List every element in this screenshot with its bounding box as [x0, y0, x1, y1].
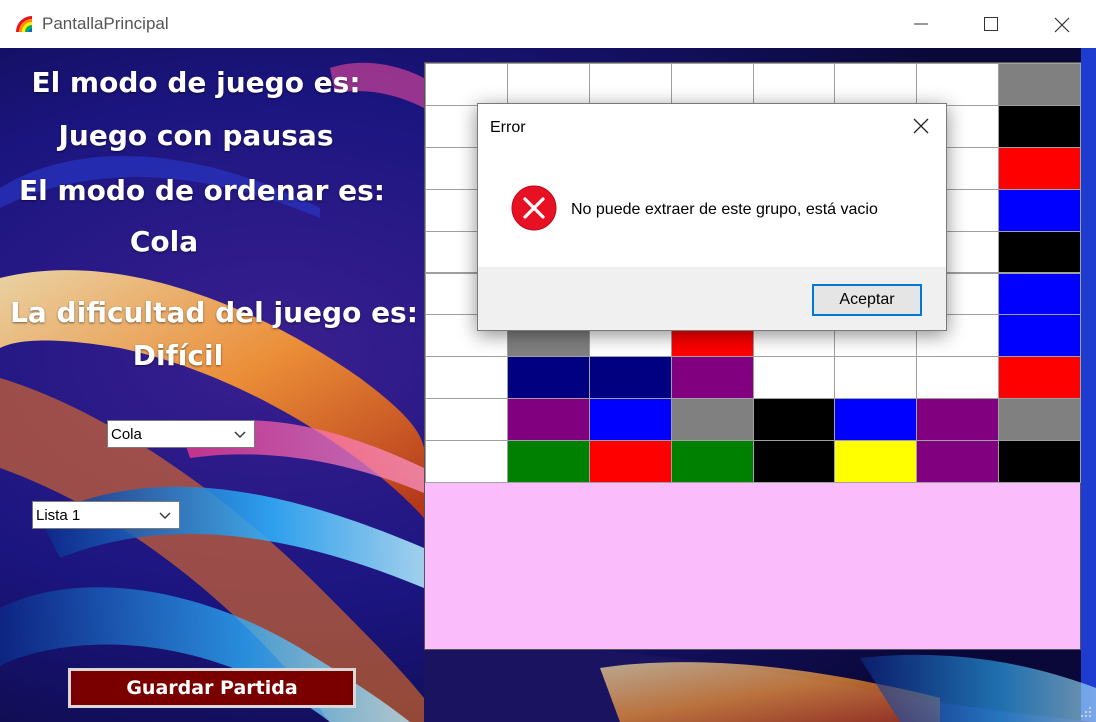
- board-cell[interactable]: [670, 440, 754, 483]
- close-icon: [1054, 17, 1070, 33]
- maximize-icon: [984, 17, 998, 31]
- board-cell[interactable]: [998, 440, 1081, 483]
- board-cell[interactable]: [998, 104, 1081, 148]
- board-cell[interactable]: [998, 272, 1081, 316]
- dialog-message: No puede extraer de este grupo, está vac…: [571, 201, 878, 218]
- board-cell[interactable]: [670, 356, 754, 400]
- board-cell[interactable]: [834, 440, 918, 483]
- accept-button[interactable]: Aceptar: [812, 284, 922, 316]
- resize-grip-icon[interactable]: [1080, 706, 1092, 718]
- board-cell[interactable]: [998, 398, 1081, 442]
- board-cell[interactable]: [588, 398, 672, 442]
- board-cell[interactable]: [588, 356, 672, 400]
- board-cell[interactable]: [916, 398, 1000, 442]
- board-cell[interactable]: [752, 440, 836, 483]
- maximize-button[interactable]: [956, 0, 1026, 48]
- minimize-icon: [914, 23, 928, 25]
- board-cell[interactable]: [998, 230, 1081, 274]
- board-cell[interactable]: [588, 440, 672, 483]
- rainbow-app-icon: [14, 14, 34, 34]
- board-cell[interactable]: [425, 398, 508, 442]
- board-cell[interactable]: [998, 314, 1081, 358]
- board-cell[interactable]: [425, 440, 508, 483]
- sort-mode-value: Cola: [129, 225, 199, 258]
- difficulty-value: Difícil: [132, 339, 224, 372]
- board-cell[interactable]: [752, 356, 836, 400]
- board-cell[interactable]: [506, 440, 590, 483]
- board-cell[interactable]: [425, 356, 508, 400]
- difficulty-heading: La dificultad del juego es:: [10, 296, 418, 329]
- main-window: PantallaPrincipal El modo de juego es: J…: [0, 0, 1096, 722]
- board-cell[interactable]: [752, 398, 836, 442]
- board-cell[interactable]: [834, 356, 918, 400]
- list-dropdown-value: Lista 1: [36, 507, 81, 524]
- board-cell[interactable]: [752, 63, 836, 106]
- list-dropdown[interactable]: Lista 1: [32, 501, 180, 529]
- sort-mode-dropdown-value: Cola: [111, 426, 142, 443]
- board-cell[interactable]: [916, 356, 1000, 400]
- window-title: PantallaPrincipal: [42, 14, 169, 33]
- group-panel[interactable]: [424, 483, 1081, 650]
- board-cell[interactable]: [998, 188, 1081, 232]
- save-game-button[interactable]: Guardar Partida: [68, 668, 356, 708]
- close-icon: [913, 118, 929, 134]
- sort-mode-dropdown[interactable]: Cola: [107, 420, 255, 448]
- board-cell[interactable]: [425, 63, 508, 106]
- board-cell[interactable]: [834, 63, 918, 106]
- game-mode-value: Juego con pausas: [58, 119, 334, 152]
- board-cell[interactable]: [916, 63, 1000, 106]
- board-cell[interactable]: [506, 356, 590, 400]
- error-dialog: Error No puede extraer de este grupo, es…: [477, 103, 947, 331]
- board-cell[interactable]: [670, 398, 754, 442]
- board-cell[interactable]: [916, 440, 1000, 483]
- chevron-down-icon: [159, 512, 171, 519]
- title-bar[interactable]: PantallaPrincipal: [0, 0, 1096, 48]
- board-cell[interactable]: [506, 63, 590, 106]
- board-cell[interactable]: [506, 398, 590, 442]
- dialog-close-button[interactable]: [896, 104, 946, 148]
- error-icon: [511, 185, 557, 231]
- board-cell[interactable]: [998, 63, 1081, 106]
- board-cell[interactable]: [998, 146, 1081, 190]
- game-mode-heading: El modo de juego es:: [31, 66, 361, 99]
- minimize-button[interactable]: [886, 0, 956, 48]
- dialog-title: Error: [490, 119, 526, 136]
- board-cell[interactable]: [834, 398, 918, 442]
- board-cell[interactable]: [670, 63, 754, 106]
- chevron-down-icon: [234, 431, 246, 438]
- board-cell[interactable]: [998, 356, 1081, 400]
- board-cell[interactable]: [588, 63, 672, 106]
- dialog-footer: Aceptar: [478, 267, 946, 330]
- sort-mode-heading: El modo de ordenar es:: [18, 174, 385, 207]
- close-button[interactable]: [1026, 0, 1096, 48]
